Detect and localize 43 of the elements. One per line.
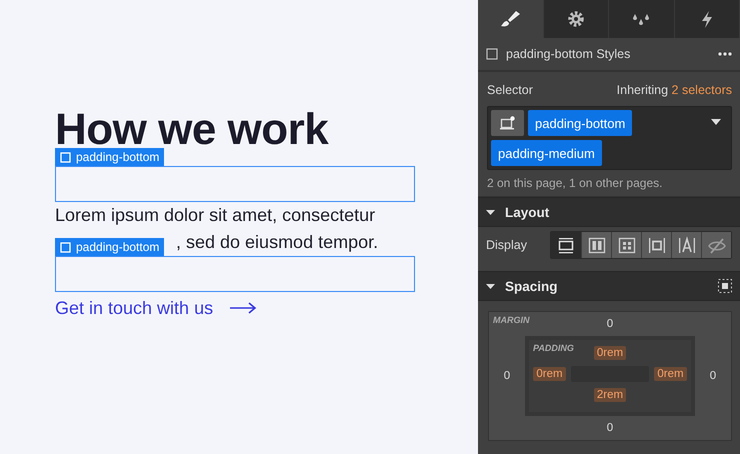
margin-label: MARGIN <box>493 315 530 325</box>
inherited-selectors-link[interactable]: 2 selectors <box>672 83 732 97</box>
selector-label: Selector <box>487 83 533 97</box>
padding-value[interactable]: 0rem <box>594 346 626 360</box>
margin-value[interactable]: 0 <box>606 318 614 330</box>
square-icon <box>60 242 71 252</box>
display-option[interactable] <box>641 232 671 258</box>
dropdown-caret-icon[interactable] <box>711 119 721 125</box>
margin-value[interactable]: 0 <box>504 370 510 382</box>
section-header[interactable]: Layout <box>478 197 740 227</box>
display-label: Display <box>486 238 527 252</box>
margin-value[interactable]: 0 <box>710 370 716 382</box>
padding-label: PADDING <box>533 343 574 353</box>
element-button[interactable] <box>491 110 524 136</box>
square-icon <box>486 48 498 60</box>
selection-label: padding-bottom <box>76 150 160 164</box>
selection-label: padding-bottom <box>76 240 160 254</box>
inheriting-label: Inheriting <box>616 83 670 97</box>
square-icon <box>60 152 71 162</box>
paragraph-text: Lorem ipsum dolor sit amet, consectetur <box>55 204 376 227</box>
box-model-icon[interactable] <box>718 279 732 293</box>
more-icon[interactable] <box>718 52 732 56</box>
heading: How we work <box>55 112 328 148</box>
panel-tab[interactable] <box>478 0 544 38</box>
contact-link[interactable]: Get in touch with us <box>55 296 214 320</box>
display-option[interactable] <box>551 232 581 258</box>
padding-value[interactable]: 2rem <box>594 388 626 402</box>
paragraph-text: , sed do eiusmod tempor. <box>176 231 380 254</box>
arrow-right-icon <box>229 302 258 314</box>
selector-field[interactable]: padding-bottom padding-medium <box>487 106 732 170</box>
display-option[interactable] <box>611 232 641 258</box>
selector-tag[interactable]: padding-bottom <box>528 110 632 136</box>
section-header[interactable]: Spacing <box>478 271 740 301</box>
element-icon <box>500 116 516 130</box>
padding-value[interactable]: 0rem <box>533 367 566 381</box>
styles-title: padding-bottom Styles <box>506 47 632 61</box>
selector-usage-note: 2 on this page, 1 on other pages. <box>487 176 664 190</box>
selector-tag[interactable]: padding-medium <box>491 140 602 166</box>
margin-value[interactable]: 0 <box>606 422 614 434</box>
display-segmented-control[interactable] <box>550 231 732 259</box>
padding-value[interactable]: 0rem <box>654 367 687 381</box>
display-option[interactable] <box>581 232 611 258</box>
display-option[interactable] <box>671 232 701 258</box>
